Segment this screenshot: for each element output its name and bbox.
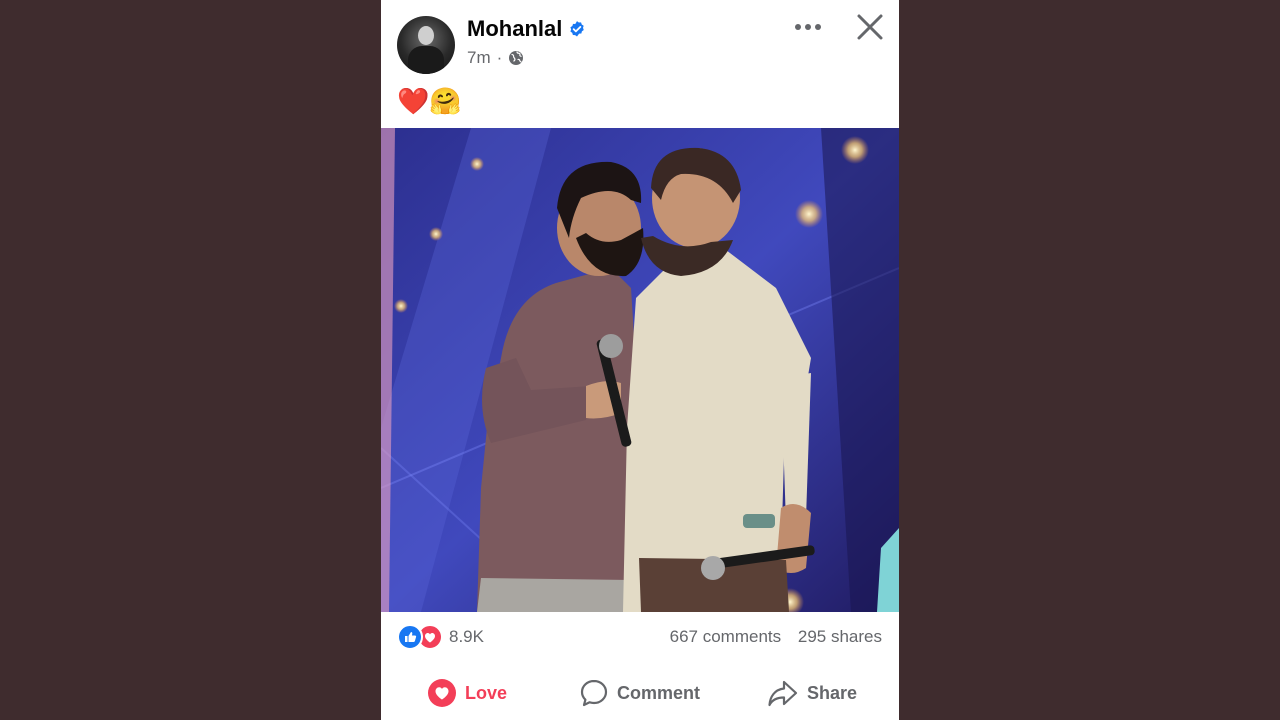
engagement-counts: 667 comments 295 shares [658, 627, 882, 647]
love-label: Love [465, 682, 508, 703]
reaction-summary[interactable]: 8.9K [397, 624, 484, 650]
post-caption: ❤️🤗 [397, 86, 462, 116]
shares-count[interactable]: 295 shares [798, 627, 882, 646]
post-photo[interactable] [381, 128, 899, 612]
post-actions: Love Comment Share [381, 664, 899, 720]
share-icon [768, 680, 798, 707]
love-button[interactable]: Love [427, 678, 507, 708]
comment-button[interactable]: Comment [579, 678, 700, 708]
like-icon [397, 624, 423, 650]
post-meta: 7m · [467, 48, 524, 68]
post-stats: 8.9K 667 comments 295 shares [381, 612, 899, 662]
comments-count[interactable]: 667 comments [670, 627, 782, 646]
love-icon [428, 679, 456, 707]
more-options-button[interactable] [791, 14, 825, 40]
post-header: Mohanlal 7m · ❤️🤗 [381, 0, 899, 128]
close-icon [857, 14, 883, 40]
close-button[interactable] [853, 10, 887, 44]
verified-badge-icon [568, 20, 586, 38]
comment-icon [580, 679, 608, 707]
reaction-count: 8.9K [449, 627, 484, 646]
globe-icon [508, 50, 524, 66]
author-name-row: Mohanlal [467, 16, 586, 42]
meta-separator: · [496, 48, 503, 67]
author-avatar[interactable] [397, 16, 455, 74]
share-label: Share [807, 682, 858, 703]
comment-label: Comment [617, 682, 701, 703]
post-card: Mohanlal 7m · ❤️🤗 8.9K 667 comments 295 … [381, 0, 899, 720]
more-dots-icon [795, 24, 821, 30]
share-button[interactable]: Share [767, 678, 857, 708]
author-name[interactable]: Mohanlal [467, 16, 562, 42]
post-time[interactable]: 7m [467, 48, 491, 68]
